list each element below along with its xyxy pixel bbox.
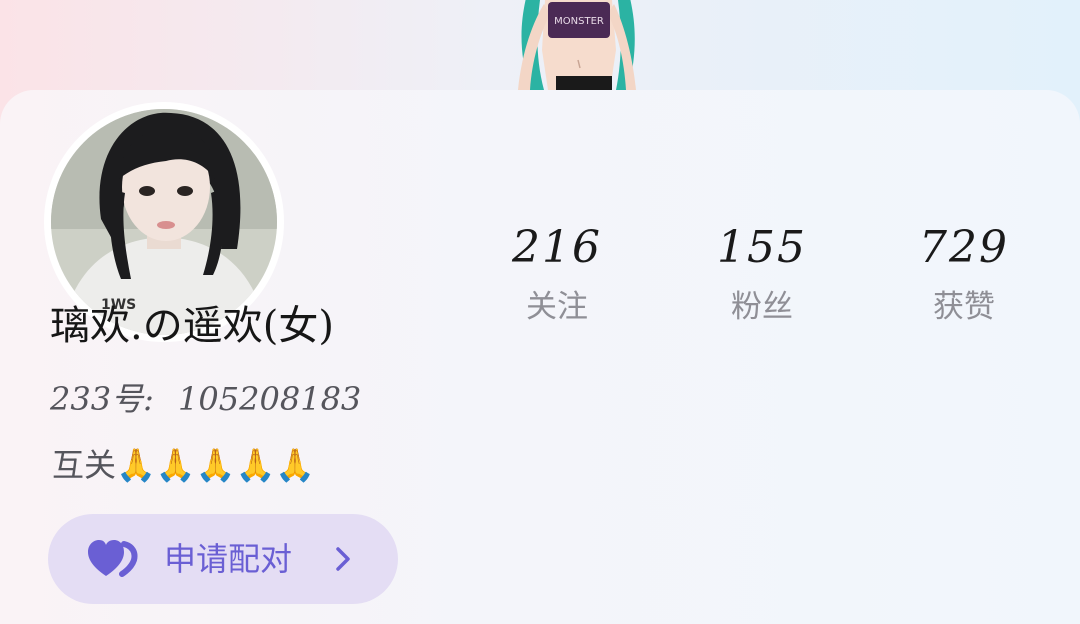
stat-followers-value: 155	[717, 222, 807, 273]
stat-likes-value: 729	[919, 222, 1009, 273]
stat-likes[interactable]: 729 获赞	[884, 218, 1044, 332]
stat-likes-label: 获赞	[933, 289, 995, 325]
stat-followers-label: 粉丝	[731, 289, 793, 325]
banner-character-figure: MONSTER	[518, 0, 636, 96]
profile-uid-value: 105208183	[178, 380, 362, 418]
apply-pair-label: 申请配对	[164, 540, 293, 578]
profile-nickname: 璃欢.の遥欢(女)	[50, 303, 334, 349]
banner-figure-text: MONSTER	[554, 16, 604, 27]
chevron-right-icon	[336, 547, 350, 571]
profile-banner[interactable]: MONSTER	[0, 0, 1080, 100]
stat-following[interactable]: 216 关注	[477, 218, 637, 332]
heart-pair-icon	[88, 540, 138, 577]
profile-uid[interactable]: 233号: 105208183	[50, 376, 361, 422]
profile-uid-label: 233号:	[50, 380, 154, 418]
stat-following-value: 216	[512, 222, 602, 273]
stat-followers[interactable]: 155 粉丝	[682, 218, 842, 332]
stat-following-label: 关注	[526, 289, 588, 325]
profile-bio: 互关🙏🙏🙏🙏🙏	[52, 446, 316, 484]
apply-pair-button[interactable]: 申请配对	[48, 514, 398, 604]
